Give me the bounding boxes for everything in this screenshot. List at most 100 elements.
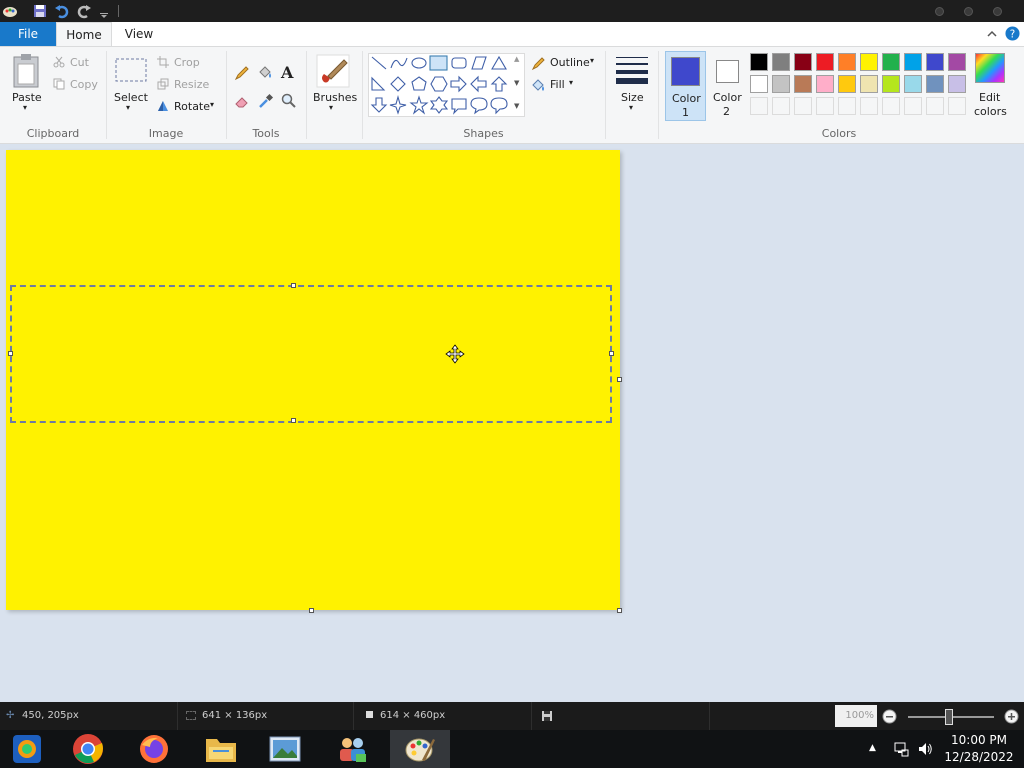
pentagon-shape-icon[interactable]	[411, 76, 427, 91]
canvas-handle-bottom[interactable]	[309, 608, 314, 613]
custom-color-slot[interactable]	[816, 97, 834, 115]
edit-colors-icon[interactable]	[975, 53, 1005, 83]
zoom-slider-thumb[interactable]	[945, 709, 953, 725]
palette-swatch[interactable]	[838, 75, 856, 93]
palette-swatch[interactable]	[750, 75, 768, 93]
paste-icon[interactable]	[12, 53, 42, 89]
taskbar-date[interactable]: 12/28/2022	[942, 750, 1016, 764]
custom-color-slot[interactable]	[838, 97, 856, 115]
volume-icon[interactable]	[917, 741, 933, 757]
palette-swatch[interactable]	[838, 53, 856, 71]
curve-shape-icon[interactable]	[390, 57, 408, 69]
drawing-canvas[interactable]	[6, 150, 620, 610]
taskbar-people-app[interactable]	[322, 730, 382, 768]
shapes-scrollbar[interactable]: ▲ ▼ ▼	[512, 54, 524, 116]
color2-button[interactable]: Color 2	[707, 51, 748, 121]
scroll-down-icon[interactable]: ▼	[514, 79, 519, 87]
canvas-workspace[interactable]	[0, 144, 1024, 702]
zoom-out-icon[interactable]	[882, 709, 897, 724]
custom-color-slot[interactable]	[860, 97, 878, 115]
palette-swatch[interactable]	[882, 53, 900, 71]
expand-gallery-icon[interactable]: ▼	[514, 102, 519, 110]
taskbar-file-explorer[interactable]	[190, 730, 250, 768]
custom-color-slot[interactable]	[750, 97, 768, 115]
redo-icon[interactable]	[76, 3, 92, 19]
right-triangle-shape-icon[interactable]	[371, 76, 386, 91]
hexagon-shape-icon[interactable]	[430, 76, 448, 92]
palette-swatch[interactable]	[794, 75, 812, 93]
custom-color-slot[interactable]	[882, 97, 900, 115]
fill-bucket-icon[interactable]	[257, 65, 273, 81]
up-arrow-shape-icon[interactable]	[490, 76, 508, 92]
edit-colors-line1[interactable]: Edit	[979, 91, 1000, 104]
palette-swatch[interactable]	[904, 53, 922, 71]
five-point-star-shape-icon[interactable]	[409, 95, 429, 115]
resize-button[interactable]: Resize	[174, 78, 209, 91]
size-dropdown-icon[interactable]: ▾	[629, 103, 633, 112]
taskbar-paint[interactable]	[390, 730, 450, 768]
custom-color-slot[interactable]	[772, 97, 790, 115]
tab-file[interactable]: File	[0, 22, 56, 46]
zoom-in-icon[interactable]	[1004, 709, 1019, 724]
maximize-button[interactable]	[964, 7, 973, 16]
brushes-icon[interactable]	[316, 54, 350, 88]
rotate-dropdown-icon[interactable]: ▾	[210, 100, 214, 109]
oval-callout-shape-icon[interactable]	[470, 97, 488, 115]
color1-button[interactable]: Color 1	[665, 51, 706, 121]
select-dropdown-icon[interactable]: ▾	[126, 103, 130, 112]
six-point-star-shape-icon[interactable]	[429, 96, 449, 114]
palette-swatch[interactable]	[926, 75, 944, 93]
palette-swatch[interactable]	[882, 75, 900, 93]
four-point-star-shape-icon[interactable]	[389, 94, 407, 115]
palette-swatch[interactable]	[816, 53, 834, 71]
cloud-callout-shape-icon[interactable]	[490, 97, 508, 115]
outline-button[interactable]: Outline	[550, 56, 590, 69]
fill-dropdown-icon[interactable]: ▾	[569, 78, 573, 87]
eraser-icon[interactable]	[234, 93, 250, 109]
palette-swatch[interactable]	[772, 75, 790, 93]
taskbar-chrome[interactable]	[60, 730, 120, 768]
triangle-shape-icon[interactable]	[491, 55, 507, 70]
cut-button[interactable]: Cut	[70, 56, 89, 69]
polygon-shape-icon[interactable]	[471, 56, 487, 70]
minimize-button[interactable]	[935, 7, 944, 16]
palette-swatch[interactable]	[860, 75, 878, 93]
rotate-button[interactable]: Rotate	[174, 100, 210, 113]
rounded-rectangle-shape-icon[interactable]	[451, 57, 467, 69]
show-hidden-icons[interactable]: ▲	[869, 743, 876, 753]
magnifier-icon[interactable]	[281, 93, 297, 109]
undo-icon[interactable]	[54, 3, 70, 19]
select-icon[interactable]	[115, 58, 147, 82]
taskbar-firefox[interactable]	[125, 730, 185, 768]
size-icon[interactable]	[615, 55, 649, 85]
palette-swatch[interactable]	[794, 53, 812, 71]
oval-shape-icon[interactable]	[411, 57, 427, 69]
palette-swatch[interactable]	[816, 75, 834, 93]
copy-button[interactable]: Copy	[70, 78, 98, 91]
selection-rectangle[interactable]	[8, 283, 614, 423]
tab-view[interactable]: View	[116, 22, 162, 46]
palette-swatch[interactable]	[860, 53, 878, 71]
palette-swatch[interactable]	[772, 53, 790, 71]
paste-dropdown-icon[interactable]: ▾	[23, 103, 27, 112]
selection-handle-left[interactable]	[8, 351, 13, 356]
close-button[interactable]	[993, 7, 1002, 16]
rectangular-callout-shape-icon[interactable]	[451, 98, 467, 115]
custom-color-slot[interactable]	[904, 97, 922, 115]
text-tool-icon[interactable]: A	[281, 63, 293, 82]
taskbar-media-app[interactable]	[0, 730, 60, 768]
fill-button[interactable]: Fill	[550, 78, 565, 91]
right-arrow-shape-icon[interactable]	[450, 75, 467, 93]
crop-button[interactable]: Crop	[174, 56, 200, 69]
pencil-icon[interactable]	[234, 65, 250, 81]
canvas-handle-right[interactable]	[617, 377, 622, 382]
network-icon[interactable]	[893, 741, 909, 757]
taskbar-time[interactable]: 10:00 PM	[942, 733, 1016, 747]
diamond-shape-icon[interactable]	[390, 76, 406, 92]
customize-quick-access-icon[interactable]	[96, 3, 112, 19]
palette-swatch[interactable]	[750, 53, 768, 71]
color-picker-icon[interactable]	[258, 93, 274, 109]
selection-handle-bottom[interactable]	[291, 418, 296, 423]
help-icon[interactable]: ?	[1005, 26, 1020, 41]
custom-color-slot[interactable]	[948, 97, 966, 115]
